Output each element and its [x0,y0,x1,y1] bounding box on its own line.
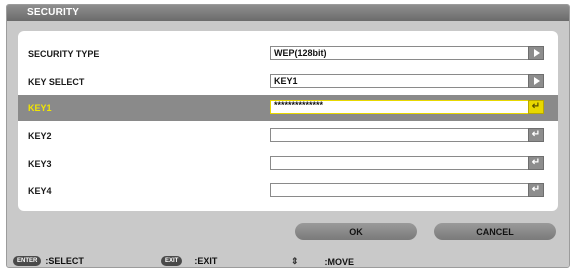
ok-button[interactable]: OK [295,223,417,240]
footer-exit-hint: EXIT :EXIT [161,256,217,266]
row-key1[interactable]: KEY1 ************** ↵ [18,95,558,121]
select-hint-label: :SELECT [45,256,84,266]
dialog-title: SECURITY [27,7,80,18]
up-down-icon: ⇕ [291,256,299,266]
key2-label: KEY2 [28,131,52,141]
key1-field[interactable]: ************** ↵ [270,100,544,114]
key-select-field[interactable]: KEY1 [270,74,544,88]
key1-label: KEY1 [28,103,52,113]
row-security-type[interactable]: SECURITY TYPE WEP(128bit) [18,41,558,67]
key4-label: KEY4 [28,186,52,196]
key3-field[interactable]: ↵ [270,156,544,170]
enter-icon: ↵ [531,101,541,112]
security-dialog: SECURITY SECURITY TYPE WEP(128bit) KEY S… [6,4,570,268]
move-hint-label: :MOVE [324,256,355,267]
security-type-field[interactable]: WEP(128bit) [270,46,544,60]
key2-field[interactable]: ↵ [270,128,544,142]
play-arrow-icon [534,77,540,85]
title-bar: SECURITY [7,5,569,21]
footer-select-hint: ENTER :SELECT [13,256,84,266]
key2-enter-button[interactable]: ↵ [528,128,544,142]
key3-label: KEY3 [28,159,52,169]
key1-value: ************** [274,100,324,110]
footer-move-hint: ⇕ :MOVE [291,256,354,267]
security-type-value: WEP(128bit) [274,48,327,58]
key4-field[interactable]: ↵ [270,183,544,197]
key1-enter-button[interactable]: ↵ [528,100,544,114]
security-type-arrow-button[interactable] [528,46,544,60]
enter-icon: ↵ [531,129,541,140]
enter-icon: ↵ [531,157,541,168]
key-select-value: KEY1 [274,76,298,86]
exit-key-icon: EXIT [161,256,183,266]
settings-panel: SECURITY TYPE WEP(128bit) KEY SELECT KEY… [18,31,558,211]
enter-icon: ↵ [531,184,541,195]
key-select-arrow-button[interactable] [528,74,544,88]
row-key2[interactable]: KEY2 ↵ [18,123,558,149]
enter-key-icon: ENTER [13,256,42,266]
key-select-label: KEY SELECT [28,77,85,87]
row-key-select[interactable]: KEY SELECT KEY1 [18,69,558,95]
exit-hint-label: :EXIT [194,256,218,266]
row-key3[interactable]: KEY3 ↵ [18,151,558,177]
cancel-button[interactable]: CANCEL [434,223,556,240]
security-type-label: SECURITY TYPE [28,49,100,59]
play-arrow-icon [534,49,540,57]
key4-enter-button[interactable]: ↵ [528,183,544,197]
row-key4[interactable]: KEY4 ↵ [18,178,558,204]
key3-enter-button[interactable]: ↵ [528,156,544,170]
key-guide-footer: ENTER :SELECT EXIT :EXIT ⇕ :MOVE [7,253,569,267]
